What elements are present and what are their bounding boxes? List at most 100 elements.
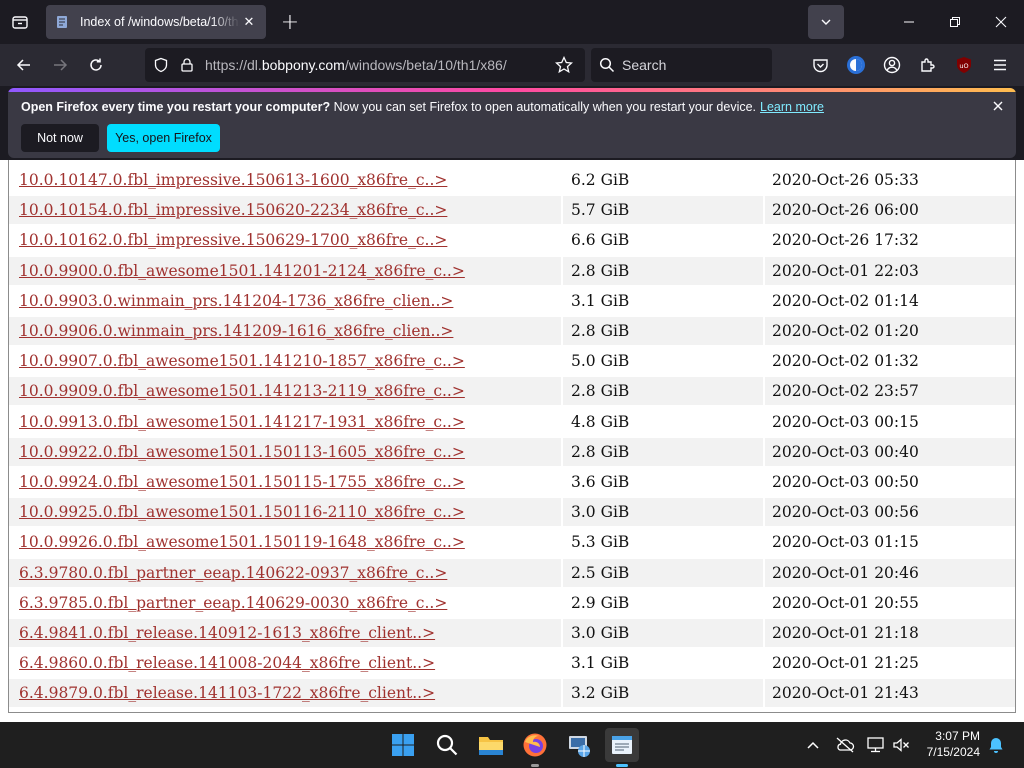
file-name-cell: 10.0.9922.0.fbl_awesome1501.150113-1605_… <box>9 437 561 466</box>
firefox-taskbar-button[interactable] <box>518 728 552 767</box>
file-link[interactable]: 10.0.9907.0.fbl_awesome1501.141210-1857_… <box>19 352 465 370</box>
volume-tray-button[interactable] <box>890 734 912 756</box>
file-name-cell: 10.0.9907.0.fbl_awesome1501.141210-1857_… <box>9 347 561 375</box>
file-date-cell: 2020-Oct-03 00:40 <box>765 437 1015 466</box>
account-icon <box>883 56 901 74</box>
pocket-icon <box>812 58 828 72</box>
file-link[interactable]: 10.0.9926.0.fbl_awesome1501.150119-1648_… <box>19 533 465 551</box>
list-all-tabs-button[interactable] <box>6 8 34 36</box>
extensions-button[interactable] <box>914 51 942 79</box>
windows-start-button[interactable] <box>386 728 420 762</box>
file-link[interactable]: 10.0.9925.0.fbl_awesome1501.150116-2110_… <box>19 503 465 521</box>
file-link[interactable]: 6.3.9780.0.fbl_partner_eeap.140622-0937_… <box>19 564 447 582</box>
file-size-cell: 2.8 GiB <box>563 377 763 406</box>
close-notification-button[interactable] <box>990 98 1006 114</box>
tab-title: Index of /windows/beta/10/th1/x86/ <box>80 15 240 29</box>
minimize-button[interactable] <box>886 0 932 44</box>
file-link[interactable]: 10.0.10162.0.fbl_impressive.150629-1700_… <box>19 231 447 249</box>
notification-message: Open Firefox every time you restart your… <box>21 100 824 114</box>
close-tab-icon[interactable]: ✕ <box>240 13 258 31</box>
app-menu-button[interactable] <box>986 51 1014 79</box>
show-hidden-icons-button[interactable] <box>802 734 824 756</box>
file-date-cell: 2020-Oct-01 20:46 <box>765 558 1015 587</box>
file-link[interactable]: 10.0.9906.0.winmain_prs.141209-1616_x86f… <box>19 322 453 340</box>
not-now-button[interactable]: Not now <box>21 124 99 152</box>
file-explorer-button[interactable] <box>474 728 508 762</box>
tab-bar: Index of /windows/beta/10/th1/x86/ ✕ + <box>0 0 1024 44</box>
file-link[interactable]: 10.0.9922.0.fbl_awesome1501.150113-1605_… <box>19 443 465 461</box>
new-tab-button[interactable]: + <box>276 8 304 36</box>
file-size-cell: 2.9 GiB <box>571 593 630 612</box>
url-path: /windows/beta/10/th1/x86/ <box>344 57 507 73</box>
ublock-origin-button[interactable]: uO <box>950 51 978 79</box>
file-date-cell: 2020-Oct-01 20:55 <box>772 593 919 612</box>
network-app-button[interactable] <box>562 728 596 762</box>
taskbar-clock[interactable]: 3:07 PM 7/15/2024 <box>912 728 980 760</box>
file-size-cell: 3.2 GiB <box>563 679 763 708</box>
taskbar-search-button[interactable] <box>430 728 464 762</box>
search-input[interactable]: Search <box>622 48 666 82</box>
table-row: 10.0.10162.0.fbl_impressive.150629-1700_… <box>9 226 1015 254</box>
file-name-cell: 10.0.9903.0.winmain_prs.141204-1736_x86f… <box>9 287 561 315</box>
search-bar[interactable]: Search <box>591 48 772 82</box>
file-date-cell: 2020-Oct-26 05:33 <box>772 171 919 189</box>
file-link[interactable]: 10.0.9924.0.fbl_awesome1501.150115-1755_… <box>19 473 465 491</box>
file-link[interactable]: 10.0.9903.0.winmain_prs.141204-1736_x86f… <box>19 292 453 310</box>
pocket-button[interactable] <box>806 51 834 79</box>
file-link[interactable]: 10.0.9909.0.fbl_awesome1501.141213-2119_… <box>19 382 465 400</box>
navigation-toolbar: https://dl.bobpony.com/windows/beta/10/t… <box>0 44 1024 86</box>
file-size-cell: 6.2 GiB <box>571 171 630 189</box>
file-date-cell: 2020-Oct-02 23:57 <box>765 377 1015 406</box>
arrow-left-icon <box>16 59 30 71</box>
file-date-cell: 2020-Oct-01 22:03 <box>765 256 1015 285</box>
file-link[interactable]: 10.0.9913.0.fbl_awesome1501.141217-1931_… <box>19 413 465 431</box>
close-icon <box>993 101 1003 111</box>
page-content: 10.0.10147.0.fbl_impressive.150613-1600_… <box>0 160 1024 722</box>
address-bar[interactable]: https://dl.bobpony.com/windows/beta/10/t… <box>145 48 585 82</box>
table-row: 10.0.9925.0.fbl_awesome1501.150116-2110_… <box>9 498 1015 527</box>
file-link[interactable]: 10.0.9900.0.fbl_awesome1501.141201-2124_… <box>19 262 465 280</box>
file-explorer-icon <box>479 737 503 755</box>
file-size-cell: 2.8 GiB <box>563 437 763 466</box>
restore-icon <box>950 17 960 27</box>
file-link[interactable]: 10.0.10154.0.fbl_impressive.150620-2234_… <box>19 201 447 219</box>
lock-icon[interactable] <box>179 57 195 77</box>
chevron-down-icon <box>821 19 831 25</box>
chevron-up-icon <box>807 741 819 749</box>
clock-time: 3:07 PM <box>935 729 980 743</box>
forward-button[interactable] <box>46 51 74 79</box>
file-size-cell: 6.6 GiB <box>571 231 630 250</box>
network-tray-button[interactable] <box>866 734 888 756</box>
file-date-cell: 2020-Oct-03 01:15 <box>772 533 919 552</box>
table-row: 10.0.10154.0.fbl_impressive.150620-2234_… <box>9 196 1015 225</box>
reload-button[interactable] <box>82 51 110 79</box>
url-text[interactable]: https://dl.bobpony.com/windows/beta/10/t… <box>205 48 507 82</box>
file-link[interactable]: 6.4.9860.0.fbl_release.141008-2044_x86fr… <box>19 654 435 672</box>
active-tab[interactable]: Index of /windows/beta/10/th1/x86/ ✕ <box>46 5 266 39</box>
file-link[interactable]: 10.0.10147.0.fbl_impressive.150613-1600_… <box>19 171 447 189</box>
account-button[interactable] <box>878 51 906 79</box>
back-button[interactable] <box>10 51 38 79</box>
tracking-protection-shield-icon[interactable] <box>153 57 169 77</box>
arrow-right-icon <box>54 59 68 71</box>
file-link[interactable]: 6.4.9879.0.fbl_release.141103-1722_x86fr… <box>19 684 435 702</box>
bookmark-star-icon[interactable] <box>554 55 574 78</box>
speaker-muted-icon <box>893 738 909 752</box>
file-date-cell: 2020-Oct-03 00:50 <box>772 473 919 491</box>
table-row: 6.4.9860.0.fbl_release.141008-2044_x86fr… <box>9 649 1015 677</box>
tab-dropdown-button[interactable] <box>808 5 844 39</box>
extension-blue-button[interactable] <box>842 51 870 79</box>
file-date-cell: 2020-Oct-01 21:18 <box>765 619 1015 647</box>
file-link[interactable]: 6.4.9841.0.fbl_release.140912-1613_x86fr… <box>19 624 435 642</box>
notepad-taskbar-button[interactable] <box>605 728 639 767</box>
close-window-button[interactable] <box>978 0 1024 44</box>
restore-button[interactable] <box>932 0 978 44</box>
onedrive-tray-button[interactable] <box>834 734 856 756</box>
puzzle-icon <box>921 58 935 72</box>
file-date-cell: 2020-Oct-01 21:25 <box>772 654 919 673</box>
yes-open-firefox-button[interactable]: Yes, open Firefox <box>107 124 220 152</box>
learn-more-link[interactable]: Learn more <box>760 100 824 114</box>
file-link[interactable]: 6.3.9785.0.fbl_partner_eeap.140629-0030_… <box>19 594 447 612</box>
notifications-button[interactable] <box>985 734 1007 756</box>
file-name-cell: 10.0.10147.0.fbl_impressive.150613-1600_… <box>9 166 561 194</box>
